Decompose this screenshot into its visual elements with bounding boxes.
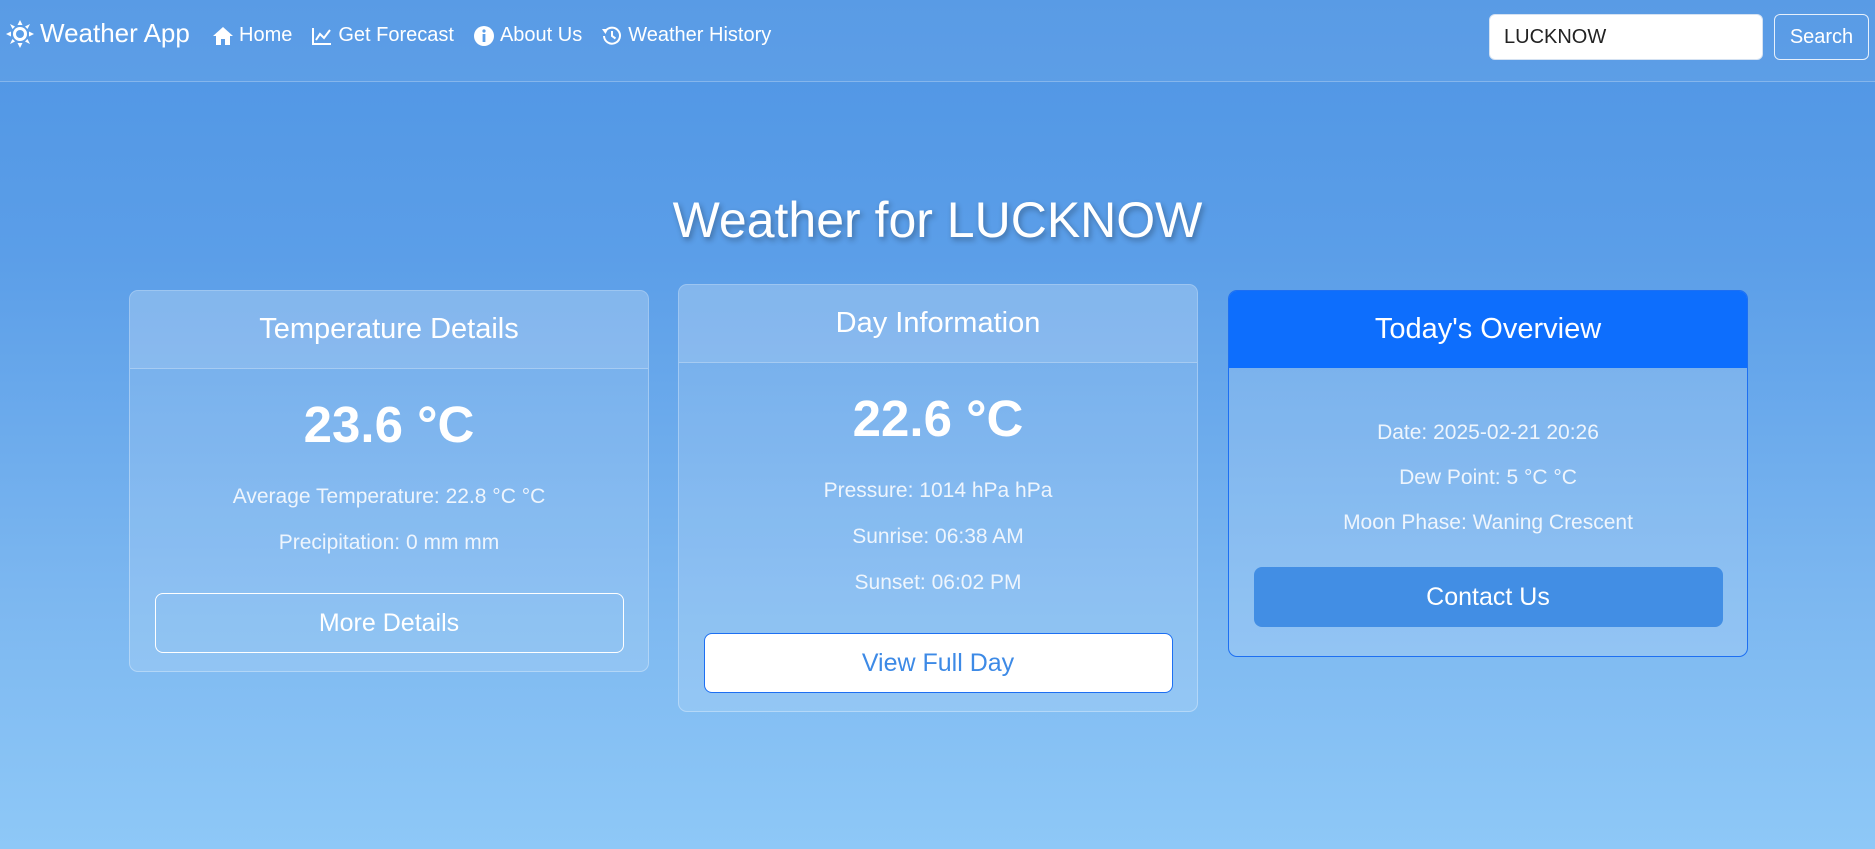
page-title: Weather for LUCKNOW: [672, 192, 1203, 248]
more-details-button[interactable]: More Details: [154, 593, 624, 653]
card-title: Day Information: [679, 285, 1197, 363]
navbar: Weather App Home Get Forecast About Us W…: [0, 0, 1875, 82]
card-title: Temperature Details: [130, 291, 648, 369]
sun-icon: [6, 19, 34, 48]
info-circle-icon: [473, 25, 494, 46]
search-input[interactable]: [1489, 14, 1763, 60]
precipitation: Precipitation: 0 mm mm: [278, 531, 500, 554]
brand-label: Weather App: [40, 18, 190, 48]
search-button[interactable]: Search: [1774, 14, 1869, 60]
nav-home[interactable]: Home: [212, 24, 292, 47]
sunrise: Sunrise: 06:38 AM: [852, 525, 1024, 548]
chart-line-icon: [312, 27, 332, 45]
nav-weather-history-label: Weather History: [628, 24, 772, 46]
history-icon: [602, 26, 622, 45]
nav-weather-history[interactable]: Weather History: [601, 24, 771, 47]
temperature-value: 22.6 °C: [852, 390, 1024, 447]
dew-point: Dew Point: 5 °C °C: [1399, 466, 1577, 489]
nav-home-label: Home: [239, 24, 293, 46]
nav-get-forecast-label: Get Forecast: [338, 24, 454, 46]
nav-about-us[interactable]: About Us: [473, 24, 582, 47]
pressure: Pressure: 1014 hPa hPa: [823, 479, 1053, 502]
temperature-value: 23.6 °C: [303, 396, 475, 453]
nav-links: Home Get Forecast About Us Weather Histo…: [212, 24, 790, 47]
brand-link[interactable]: Weather App: [6, 18, 190, 49]
moon-phase: Moon Phase: Waning Crescent: [1343, 511, 1633, 534]
date: Date: 2025-02-21 20:26: [1377, 421, 1599, 444]
card-title: Today's Overview: [1229, 291, 1747, 368]
todays-overview-card: Today's Overview Date: 2025-02-21 20:26 …: [1228, 290, 1748, 657]
average-temperature: Average Temperature: 22.8 °C °C: [232, 485, 546, 508]
sunset: Sunset: 06:02 PM: [854, 571, 1022, 594]
home-icon: [213, 26, 233, 45]
nav-get-forecast[interactable]: Get Forecast: [311, 24, 454, 47]
contact-us-button[interactable]: Contact Us: [1253, 567, 1723, 627]
nav-about-us-label: About Us: [499, 24, 583, 46]
day-information-card: Day Information 22.6 °C Pressure: 1014 h…: [678, 284, 1198, 712]
view-full-day-button[interactable]: View Full Day: [703, 633, 1173, 693]
temperature-details-card: Temperature Details 23.6 °C Average Temp…: [129, 290, 649, 672]
